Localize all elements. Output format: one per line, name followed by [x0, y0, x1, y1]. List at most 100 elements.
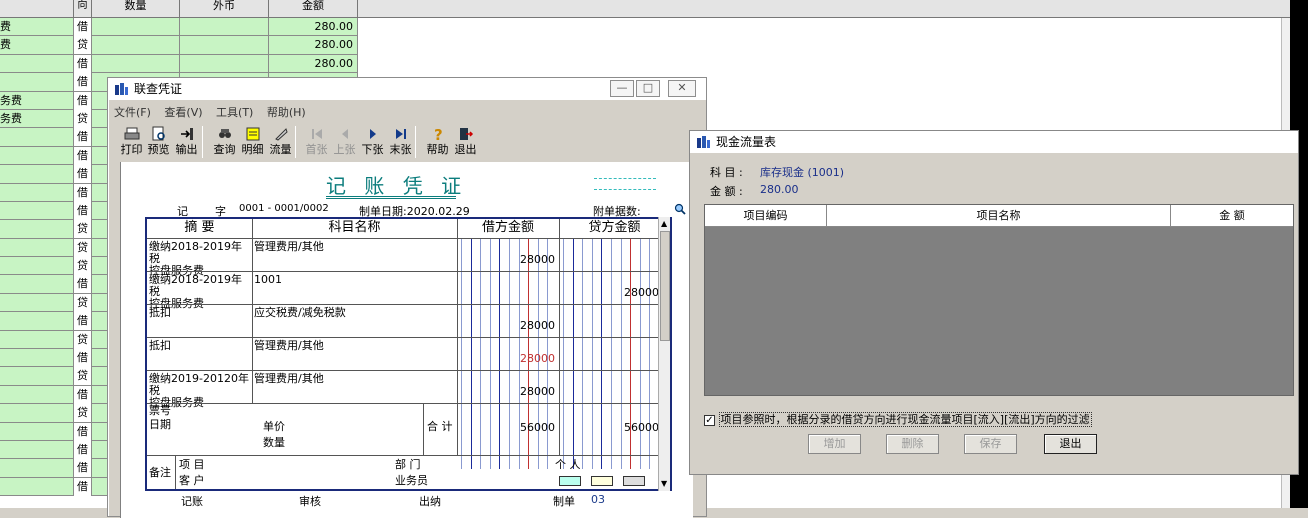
maximize-button[interactable]: □	[636, 80, 660, 97]
ledger-name-cell: 费	[0, 18, 74, 36]
ledger-amount-cell: 280.00	[269, 54, 358, 73]
entry-summary[interactable]: 抵扣	[149, 340, 252, 352]
ledger-name-cell	[0, 404, 74, 423]
ledger-direction-cell: 贷	[74, 257, 92, 276]
query-button[interactable]: 查询	[211, 124, 238, 160]
cashflow-window: 现金流量表 科 目 : 库存现金 (1001) 金 额 : 280.00 项目编…	[689, 130, 1299, 475]
col-debit: 借方金额	[481, 220, 534, 235]
entry-summary[interactable]: 抵扣	[149, 307, 252, 319]
preview-icon	[152, 126, 165, 141]
next-button[interactable]: 下张	[359, 124, 386, 160]
voucher-paper: 记 账 凭 证 记 字 0001 - 0001/0002 制单日期:2020.0…	[120, 162, 693, 518]
add-button[interactable]: 增加	[808, 434, 861, 454]
ledger-row[interactable]: 费借 280.00	[0, 18, 358, 37]
prev-button[interactable]: 上张	[331, 124, 358, 160]
total-label: 合 计	[427, 420, 453, 433]
entry-account[interactable]: 1001	[254, 274, 454, 286]
total-credit: 56000	[624, 421, 659, 434]
scroll-down-icon[interactable]: ▼	[661, 479, 667, 488]
ledger-name-cell	[0, 128, 74, 147]
checkmark-icon[interactable]: ✓	[704, 414, 715, 426]
menu-file[interactable]: 文件(F)	[114, 104, 151, 122]
menu-view[interactable]: 查看(V)	[164, 104, 202, 122]
scroll-thumb[interactable]	[660, 231, 670, 341]
dash-line	[594, 178, 656, 179]
first-button[interactable]: 首张	[303, 124, 330, 160]
ledger-direction-cell: 贷	[74, 404, 92, 423]
ledger-row[interactable]: 费贷 280.00	[0, 36, 358, 55]
ledger-name-cell	[0, 349, 74, 368]
col-amount[interactable]: 金 额	[1171, 205, 1293, 227]
col-item-code[interactable]: 项目编码	[705, 205, 827, 227]
ledger-name-cell	[0, 422, 74, 441]
entry-account[interactable]: 管理费用/其他	[254, 241, 454, 253]
flow-icon	[274, 128, 288, 141]
entry-debit[interactable]: 28000	[457, 352, 555, 365]
menu-help[interactable]: 帮助(H)	[267, 104, 306, 122]
ledger-direction-cell: 借	[74, 18, 92, 36]
ledger-name-cell	[0, 257, 74, 276]
subject-label: 科 目 :	[710, 166, 743, 179]
ledger-direction-cell: 借	[74, 385, 92, 404]
close-button[interactable]: ✕	[668, 80, 696, 97]
amount-gridline	[582, 239, 584, 469]
help-button[interactable]: ? 帮助	[424, 124, 451, 160]
entry-credit[interactable]: 28000	[559, 286, 659, 299]
entry-account[interactable]: 管理费用/其他	[254, 340, 454, 352]
delete-button[interactable]: 删除	[886, 434, 939, 454]
print-label: 打印	[120, 143, 143, 156]
save-button[interactable]: 保存	[964, 434, 1017, 454]
preview-label: 预览	[147, 143, 170, 156]
export-icon	[180, 128, 193, 140]
calculator-icon[interactable]	[591, 476, 613, 486]
scroll-up-icon[interactable]: ▲	[661, 219, 667, 228]
ledger-name-cell: 务费	[0, 109, 74, 128]
voucher-scrollbar[interactable]: ▲ ▼	[658, 217, 670, 491]
entry-account[interactable]: 应交税费/减免税款	[254, 307, 454, 319]
cashflow-grid[interactable]: 项目编码 项目名称 金 额	[704, 204, 1294, 396]
ticket-no-label: 票号	[149, 404, 171, 417]
cashflow-titlebar: 现金流量表	[690, 131, 1298, 153]
col-item-name[interactable]: 项目名称	[827, 205, 1171, 227]
header-direction: 向	[74, 0, 92, 18]
flow-button[interactable]: 流量	[267, 124, 294, 160]
ledger-direction-cell: 贷	[74, 36, 92, 55]
query-icon	[218, 129, 231, 138]
ledger-direction-cell: 借	[74, 312, 92, 331]
keyboard-icon[interactable]	[623, 476, 645, 486]
entry-debit[interactable]: 28000	[457, 385, 555, 398]
row-divider	[147, 271, 670, 272]
ledger-name-cell	[0, 275, 74, 294]
amount-gridline	[563, 239, 564, 469]
customer-label: 客 户	[179, 474, 205, 487]
ledger-direction-cell: 贷	[74, 109, 92, 128]
entry-debit[interactable]: 28000	[457, 253, 555, 266]
ledger-name-cell	[0, 293, 74, 312]
entry-debit[interactable]: 28000	[457, 319, 555, 332]
ledger-row[interactable]: 借 280.00	[0, 54, 358, 74]
unit-price-label: 单价	[263, 420, 285, 433]
ledger-foreign-cell	[180, 36, 269, 55]
detail-button[interactable]: 明细	[239, 124, 266, 160]
exit-button[interactable]: 退出	[452, 124, 479, 160]
voucher-number[interactable]: 0001 - 0001/0002	[239, 203, 329, 214]
minimize-button[interactable]: —	[610, 80, 634, 97]
ledger-direction-cell: 借	[74, 459, 92, 478]
total-debit: 56000	[520, 421, 555, 434]
last-button[interactable]: 末张	[387, 124, 414, 160]
direction-filter-checkbox[interactable]: ✓ 项目参照时，根据分录的借贷方向进行现金流量项目[流入][流出]方向的过滤	[704, 411, 1092, 427]
card-icon[interactable]	[559, 476, 581, 486]
voucher-window-title: 联查凭证	[134, 82, 183, 96]
magnifier-icon[interactable]	[674, 203, 686, 215]
preview-button[interactable]: 预览	[145, 124, 172, 160]
amount-gridline	[572, 239, 574, 469]
export-button[interactable]: 输出	[173, 124, 200, 160]
app-icon	[115, 83, 128, 95]
menu-tools[interactable]: 工具(T)	[216, 104, 253, 122]
remark-divider	[175, 455, 176, 489]
entry-account[interactable]: 管理费用/其他	[254, 373, 454, 385]
ledger-name-cell	[0, 183, 74, 202]
ledger-direction-cell: 借	[74, 165, 92, 184]
exit-button[interactable]: 退出	[1044, 434, 1097, 454]
print-button[interactable]: 打印	[118, 124, 145, 160]
